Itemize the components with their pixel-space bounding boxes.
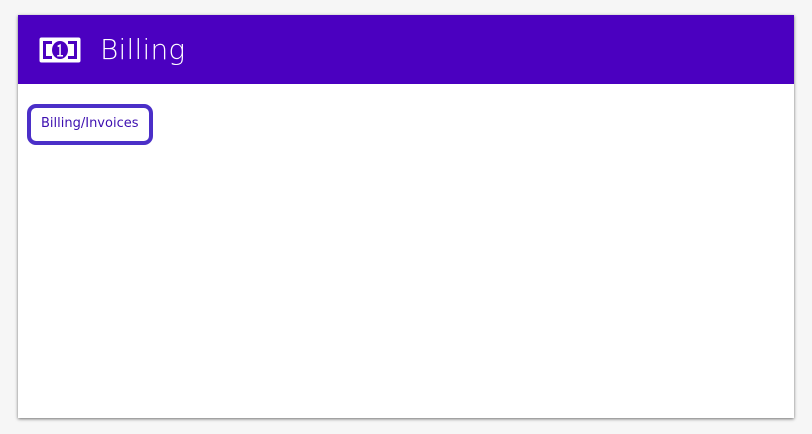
money-bill-icon (38, 36, 82, 64)
card-header: Billing (18, 15, 794, 84)
card-body: Billing/Invoices (18, 84, 794, 145)
billing-invoices-link[interactable]: Billing/Invoices (27, 104, 153, 145)
billing-card: Billing Billing/Invoices (18, 15, 794, 418)
page-title: Billing (100, 33, 186, 66)
